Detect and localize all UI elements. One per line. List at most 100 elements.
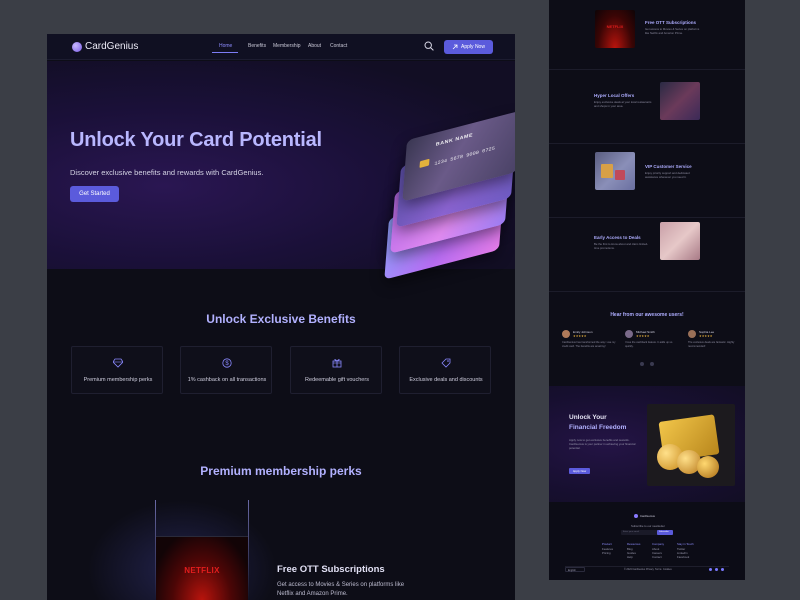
language-value: English xyxy=(568,569,576,572)
footer-brand: CardGenius xyxy=(640,514,655,518)
newsletter-label: Subscribe to our newsletter xyxy=(631,524,665,528)
financial-freedom-section: Unlock Your Financial Freedom Apply now … xyxy=(549,386,745,502)
footer-col-head: Stay in Touch xyxy=(677,542,694,546)
facebook-icon[interactable] xyxy=(721,568,724,571)
benefit-card-gift-vouchers[interactable]: Redeemable gift vouchers xyxy=(290,346,382,394)
netflix-logo: NETFLIX xyxy=(184,566,220,575)
freedom-apply-button[interactable]: Apply Now xyxy=(569,468,590,474)
logo-icon xyxy=(634,514,638,518)
footer-col-head: Resources xyxy=(627,542,641,546)
perk-title: Free OTT Subscriptions xyxy=(645,20,697,25)
card-number: 1234 5678 9000 0725 xyxy=(434,145,496,168)
nav-active-indicator xyxy=(212,52,238,53)
benefits-section-title: Unlock Exclusive Benefits xyxy=(206,312,356,326)
benefit-label: 1% cashback on all transactions xyxy=(187,377,267,383)
perk-description: Enjoy priority support and dedicated ass… xyxy=(645,171,690,179)
perk-title: VIP Customer Service xyxy=(645,164,692,169)
gift-icon xyxy=(332,359,342,368)
card-bank-name: BANK NAME xyxy=(435,132,474,148)
calendar-image xyxy=(660,222,700,260)
benefit-label: Redeemable gift vouchers xyxy=(305,377,369,383)
footer-link[interactable]: Facebook xyxy=(677,555,689,559)
rating-stars: ★★★★★ xyxy=(699,334,713,338)
hero-section: Unlock Your Card Potential Discover excl… xyxy=(47,61,515,280)
testimonial-card: Emily Johnson ★★★★★ CardGenius has trans… xyxy=(562,330,618,356)
freedom-title-line1: Unlock Your xyxy=(569,414,607,421)
testimonial-card: Michael Smith ★★★★★ I love the cashback … xyxy=(625,330,681,356)
diamond-icon xyxy=(113,358,123,368)
get-started-button[interactable]: Get Started xyxy=(70,186,119,202)
gift-box-shape xyxy=(601,164,613,178)
benefit-card-exclusive-deals[interactable]: Exclusive deals and discounts xyxy=(399,346,491,394)
search-icon[interactable] xyxy=(424,41,434,51)
footer-link[interactable]: Pricing xyxy=(602,551,611,555)
benefit-card-cashback[interactable]: $ 1% cashback on all transactions xyxy=(180,346,272,394)
carousel-dot[interactable] xyxy=(650,362,654,366)
apply-now-label: Apply Now xyxy=(461,44,485,50)
avatar xyxy=(562,330,570,338)
footer-col-head: Company xyxy=(652,542,664,546)
perk-description: Enjoy exclusive deals at your local rest… xyxy=(594,100,652,108)
subscribe-button[interactable]: Subscribe xyxy=(657,530,673,535)
perk-row-vip-service: VIP Customer Service Enjoy priority supp… xyxy=(549,148,745,218)
perks-section-title: Premium membership perks xyxy=(200,464,362,478)
gold-coins-image xyxy=(647,404,735,486)
netflix-theater-image: NETFLIX xyxy=(595,10,635,48)
nav-link-membership[interactable]: Membership xyxy=(273,43,301,49)
nav-link-benefits[interactable]: Benefits xyxy=(248,43,266,49)
footer-link[interactable]: Help xyxy=(627,555,633,559)
benefit-card-premium-perks[interactable]: Premium membership perks xyxy=(71,346,163,394)
testimonial-text: I love the cashback feature. It adds up … xyxy=(625,341,673,348)
gift-box-image xyxy=(595,152,635,190)
linkedin-icon[interactable] xyxy=(715,568,718,571)
rating-stars: ★★★★★ xyxy=(573,334,587,338)
nav-link-home[interactable]: Home xyxy=(219,43,232,49)
perk-title: Hyper Local Offers xyxy=(594,93,635,98)
bitcoin-coin-shape xyxy=(697,456,719,478)
svg-text:$: $ xyxy=(225,361,229,367)
perk-description: Get access to Movies & Series on platfor… xyxy=(645,27,700,35)
benefit-label: Exclusive deals and discounts xyxy=(409,377,483,383)
language-select[interactable]: English xyxy=(565,567,585,572)
perk-row-early-access: Early Access to Deals Be the first to kn… xyxy=(549,222,745,292)
landing-page-preview: NETFLIX Free OTT Subscriptions Get acces… xyxy=(549,0,745,580)
testimonial-text: The exclusive deals are fantastic. Highl… xyxy=(688,341,735,348)
email-placeholder: Enter your email xyxy=(623,531,639,533)
card-chip xyxy=(419,158,430,168)
avatar xyxy=(688,330,696,338)
footer-legal-link[interactable]: Cookies xyxy=(663,568,672,571)
top-navbar: CardGenius Home Benefits Membership Abou… xyxy=(47,34,515,60)
hero-subtitle: Discover exclusive benefits and rewards … xyxy=(70,168,264,177)
footer-divider xyxy=(565,566,729,567)
testimonial-text: CardGenius has transformed the way I use… xyxy=(562,341,616,348)
perk-title: Early Access to Deals xyxy=(594,235,641,240)
freedom-description: Apply now to get exclusive benefits and … xyxy=(569,438,636,450)
nav-link-contact[interactable]: Contact xyxy=(330,43,347,49)
spotlight-line xyxy=(248,500,249,600)
apply-now-button[interactable]: Apply Now xyxy=(444,40,493,54)
perk-row-local-offers: Hyper Local Offers Enjoy exclusive deals… xyxy=(549,74,745,144)
footer-link[interactable]: Contact xyxy=(652,555,662,559)
logo-icon xyxy=(72,42,82,52)
carousel-dot[interactable] xyxy=(640,362,644,366)
perk-description: Get access to Movies & Series on platfor… xyxy=(277,582,405,597)
testimonial-card: Sophia Lee ★★★★★ The exclusive deals are… xyxy=(688,330,744,356)
nav-link-about[interactable]: About xyxy=(308,43,321,49)
arrow-up-right-icon xyxy=(452,44,458,50)
hero-title: Unlock Your Card Potential xyxy=(70,129,322,151)
rating-stars: ★★★★★ xyxy=(636,334,650,338)
perk-description: Be the first to know about and claim lim… xyxy=(594,242,649,250)
footer-col-head: Product xyxy=(602,542,612,546)
footer-legal-link[interactable]: Privacy xyxy=(646,568,654,571)
subscribe-label: Subscribe xyxy=(659,531,669,533)
footer-legal-link[interactable]: Terms xyxy=(655,568,662,571)
twitter-icon[interactable] xyxy=(709,568,712,571)
testimonials-title: Hear from our awesome users! xyxy=(610,312,684,318)
brand-name[interactable]: CardGenius xyxy=(85,41,138,52)
perk-title: Free OTT Subscriptions xyxy=(277,564,385,575)
landing-page-main: CardGenius Home Benefits Membership Abou… xyxy=(47,34,515,600)
freedom-title-line2: Financial Freedom xyxy=(569,424,627,431)
copyright-text: © 2024 CardGenius xyxy=(624,568,646,571)
netflix-logo: NETFLIX xyxy=(606,24,624,29)
perk-row-ott: NETFLIX Free OTT Subscriptions Get acces… xyxy=(549,0,745,70)
